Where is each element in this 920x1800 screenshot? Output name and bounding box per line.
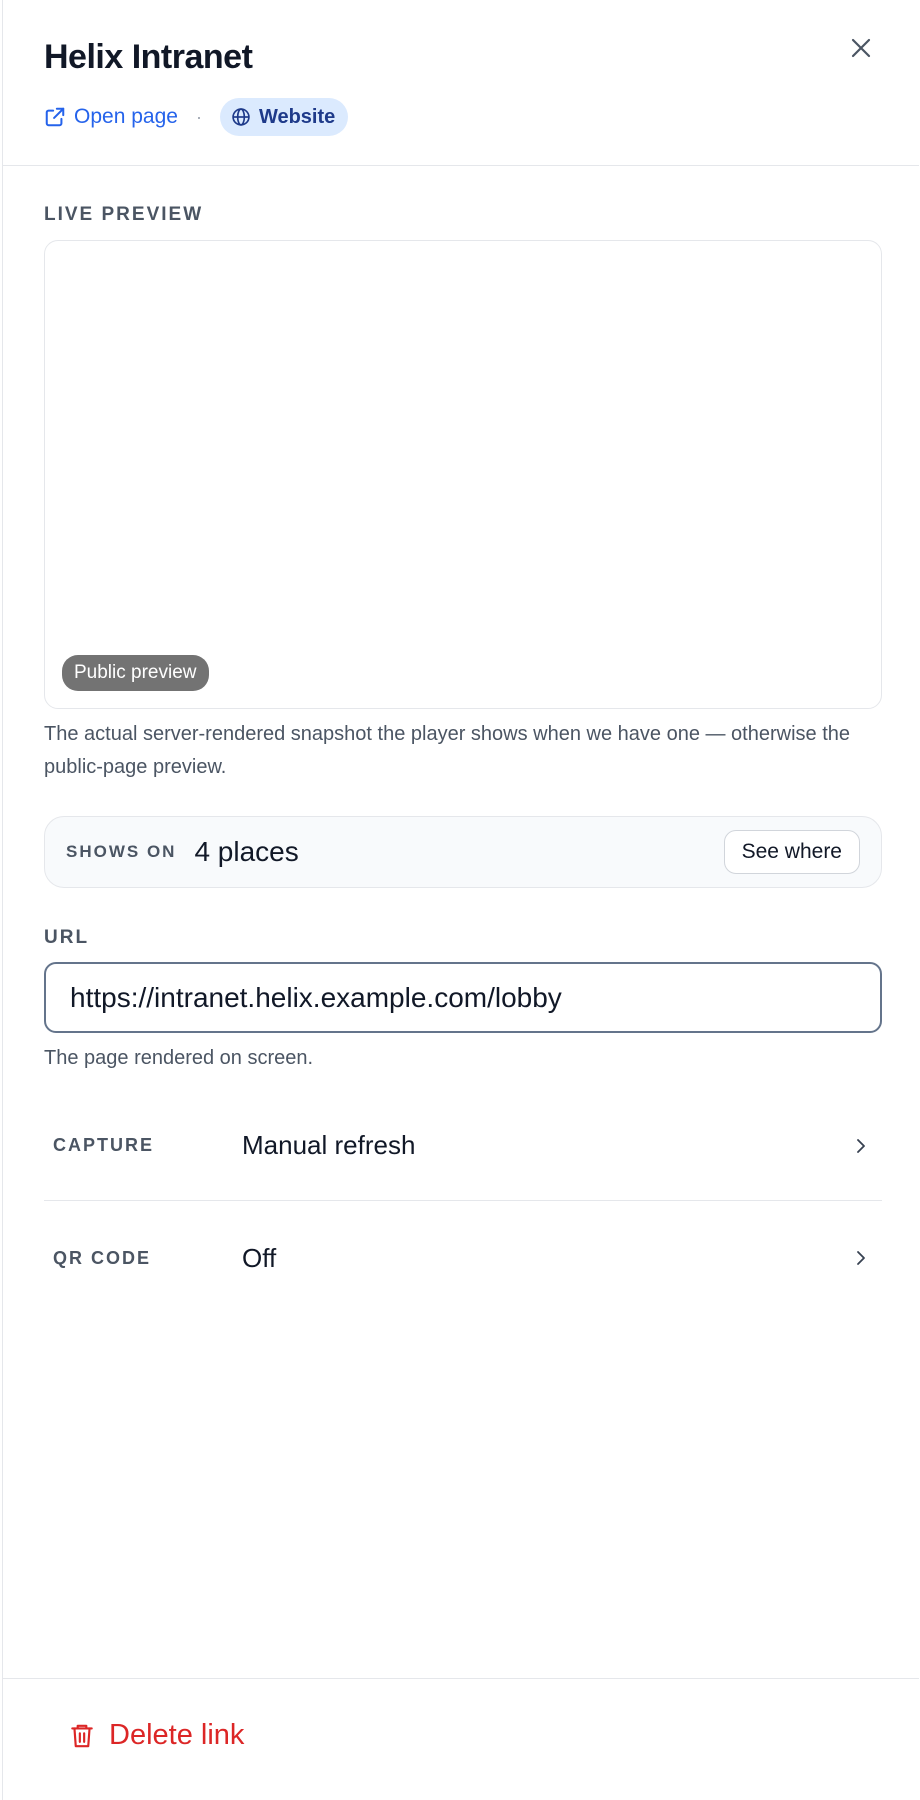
external-link-icon <box>45 107 65 127</box>
qr-code-value: Off <box>242 1242 277 1273</box>
trash-icon <box>71 1724 93 1747</box>
chevron-right-icon <box>852 1249 870 1267</box>
live-preview-frame: Public preview <box>44 240 882 709</box>
shows-on-value: 4 places <box>194 836 299 867</box>
header-meta: Open page · Website <box>44 98 349 136</box>
capture-value: Manual refresh <box>242 1130 416 1160</box>
separator-dot: · <box>195 106 202 127</box>
page-title: Helix Intranet <box>44 38 253 76</box>
shows-on-label: SHOWS ON <box>66 842 177 861</box>
qr-code-setting-row[interactable]: QR CODE Off <box>44 1203 882 1313</box>
qr-code-label: QR CODE <box>53 1247 152 1268</box>
panel-footer: Delete link <box>3 1678 919 1800</box>
shows-on-box: SHOWS ON 4 places See where <box>44 816 882 888</box>
delete-link-label: Delete link <box>109 1719 245 1751</box>
url-label: URL <box>44 927 90 948</box>
delete-link-button[interactable]: Delete link <box>69 1719 244 1752</box>
capture-label: CAPTURE <box>53 1135 155 1155</box>
globe-icon <box>232 108 250 126</box>
live-preview-label: LIVE PREVIEW <box>44 204 204 225</box>
preview-help-text: The actual server-rendered snapshot the … <box>44 723 851 778</box>
type-badge: Website <box>219 98 349 136</box>
close-button[interactable] <box>845 32 877 64</box>
panel-header: Helix Intranet Open page · Website <box>3 0 919 166</box>
close-icon <box>851 38 871 58</box>
type-badge-label: Website <box>258 105 336 128</box>
open-page-link[interactable]: Open page <box>44 105 178 129</box>
detail-panel: Helix Intranet Open page · Website LIVE … <box>2 0 920 1800</box>
url-help-text: The page rendered on screen. <box>44 1047 314 1069</box>
see-where-button[interactable]: See where <box>723 830 860 874</box>
capture-setting-row[interactable]: CAPTURE Manual refresh <box>44 1091 882 1201</box>
public-preview-badge: Public preview <box>62 655 209 691</box>
url-input[interactable] <box>44 962 882 1033</box>
open-page-label: Open page <box>74 105 178 128</box>
chevron-right-icon <box>852 1137 870 1155</box>
